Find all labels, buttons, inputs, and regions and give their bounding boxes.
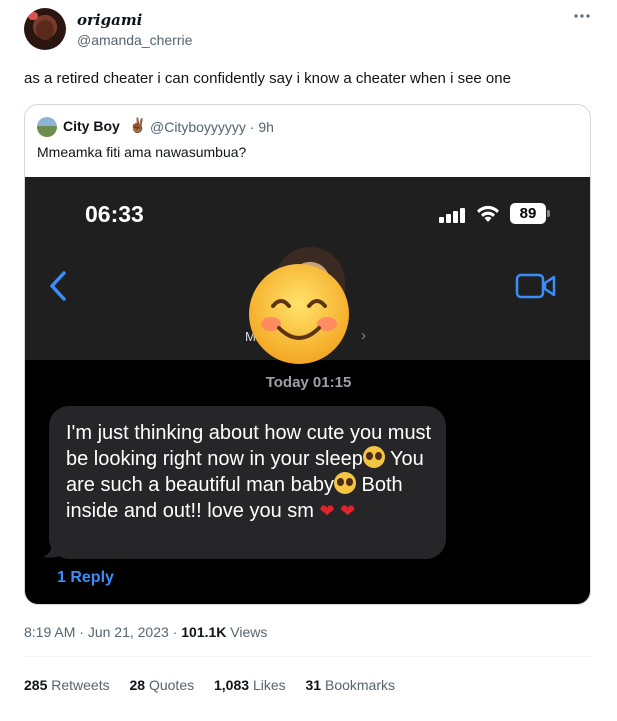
tweet-text: as a retired cheater i can confidently s… bbox=[24, 70, 511, 87]
red-heart-icon: ❤ bbox=[319, 501, 335, 521]
attached-screenshot[interactable]: 06:33 89 M › Today 01:15 I'm just thinki… bbox=[25, 177, 590, 604]
bookmarks-label: Bookmarks bbox=[324, 677, 396, 693]
pleading-face-icon bbox=[333, 472, 356, 494]
wifi-icon bbox=[475, 202, 501, 224]
pleading-face-icon bbox=[362, 446, 385, 468]
retweets-label: Retweets bbox=[51, 677, 110, 693]
meta-separator: · bbox=[172, 624, 178, 640]
chevron-right-icon[interactable]: › bbox=[361, 327, 366, 344]
quoted-handle-line: @Cityboyyyyyy · 9h bbox=[150, 119, 274, 135]
quotes-stat[interactable]: 28 Quotes bbox=[130, 677, 195, 693]
message-bubble[interactable]: I'm just thinking about how cute you mus… bbox=[49, 406, 446, 559]
bookmarks-count: 31 bbox=[305, 677, 322, 693]
retweets-count: 285 bbox=[24, 677, 48, 693]
battery-icon: 89 bbox=[510, 203, 550, 224]
bookmarks-stat[interactable]: 31 Bookmarks bbox=[306, 677, 396, 693]
user-handle[interactable]: @amanda_cherrie bbox=[77, 32, 192, 48]
reply-link[interactable]: 1 Reply bbox=[57, 569, 114, 587]
likes-count: 1,083 bbox=[214, 677, 250, 693]
meta-separator: · bbox=[79, 624, 84, 640]
views-count: 101.1K bbox=[181, 624, 227, 640]
tweet-meta: 8:19 AM · Jun 21, 2023 · 101.1K Views bbox=[24, 624, 267, 640]
engagement-stats: 285 Retweets 28 Quotes 1,083 Likes 31 Bo… bbox=[24, 677, 411, 693]
quoted-age: 9h bbox=[258, 119, 274, 135]
tweet: origami @amanda_cherrie as a retired che… bbox=[0, 0, 617, 721]
views-label: Views bbox=[230, 624, 268, 640]
avatar-bow bbox=[28, 12, 38, 20]
smiling-face-emoji-icon bbox=[247, 262, 351, 366]
quotes-count: 28 bbox=[129, 677, 146, 693]
retweets-stat[interactable]: 285 Retweets bbox=[24, 677, 110, 693]
message-timestamp: Today 01:15 bbox=[265, 374, 352, 391]
status-time: 06:33 bbox=[85, 201, 144, 227]
more-horizontal-icon[interactable] bbox=[572, 8, 592, 24]
divider bbox=[24, 656, 591, 657]
message-text: I'm just thinking about how cute you mus… bbox=[66, 420, 438, 524]
cellular-signal-icon bbox=[439, 207, 467, 223]
quoted-text: Mmeamka fiti ama nawasumbua? bbox=[37, 144, 247, 160]
avatar[interactable] bbox=[24, 8, 66, 50]
victory-hand-emoji: ✌🏾 bbox=[129, 117, 147, 133]
chat-header: 06:33 89 M › bbox=[25, 177, 590, 364]
display-name[interactable]: origami bbox=[77, 11, 142, 29]
video-call-icon[interactable] bbox=[515, 272, 557, 300]
avatar-face bbox=[36, 20, 54, 40]
quoted-separator: · bbox=[249, 119, 255, 135]
quotes-label: Quotes bbox=[148, 677, 195, 693]
quoted-display-name[interactable]: City Boy bbox=[63, 118, 120, 134]
likes-label: Likes bbox=[252, 677, 286, 693]
quoted-avatar[interactable] bbox=[37, 117, 57, 137]
quoted-tweet[interactable]: City Boy ✌🏾 @Cityboyyyyyy · 9h Mmeamka f… bbox=[24, 104, 591, 605]
tweet-time[interactable]: 8:19 AM bbox=[24, 624, 75, 640]
tweet-date[interactable]: Jun 21, 2023 bbox=[88, 624, 169, 640]
quoted-handle[interactable]: @Cityboyyyyyy bbox=[150, 119, 246, 135]
back-chevron-icon[interactable] bbox=[45, 269, 71, 303]
likes-stat[interactable]: 1,083 Likes bbox=[214, 677, 286, 693]
red-heart-icon: ❤ bbox=[340, 501, 356, 521]
